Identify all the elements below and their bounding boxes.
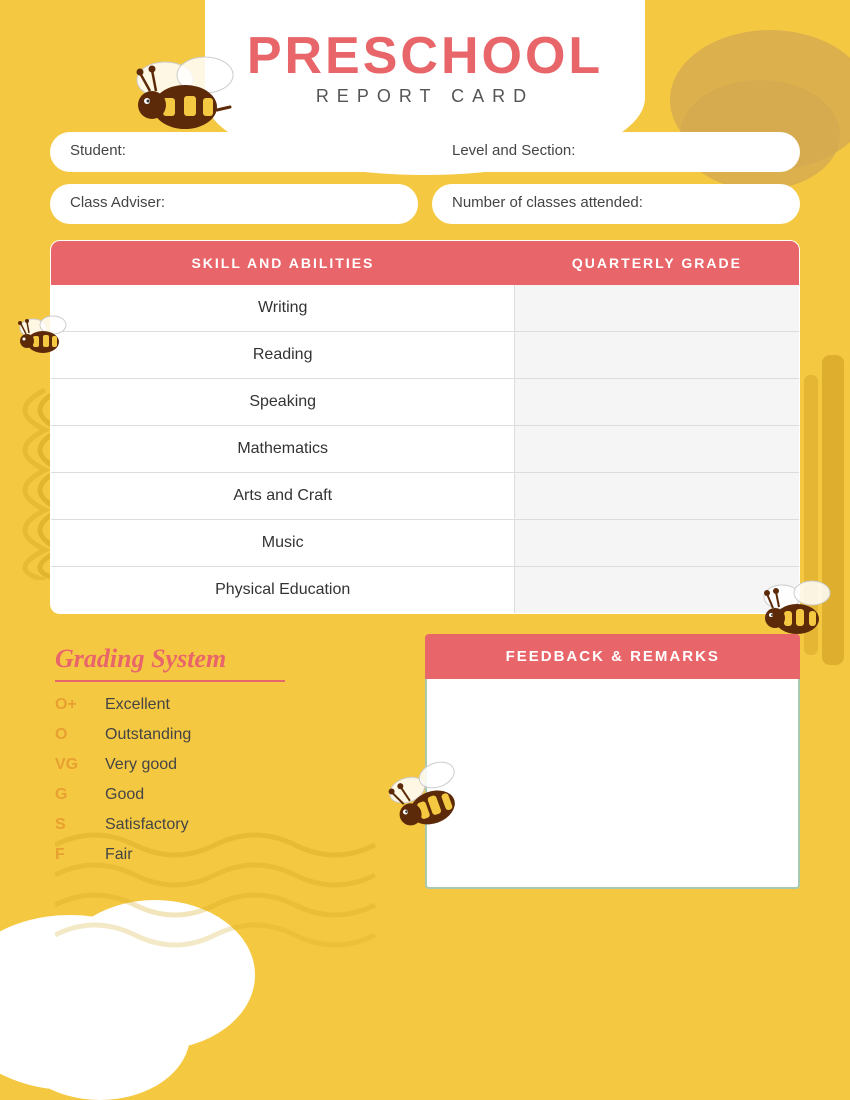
grade-label: Satisfactory bbox=[105, 816, 189, 834]
grade-label: Good bbox=[105, 786, 144, 804]
grade-code: G bbox=[55, 786, 85, 804]
report-card-subtitle: REPORT CARD bbox=[247, 86, 603, 107]
table-row: Music bbox=[51, 520, 800, 567]
grading-divider bbox=[55, 680, 285, 682]
adviser-field[interactable]: Class Adviser: bbox=[50, 184, 418, 224]
grading-title: Grading System bbox=[55, 644, 395, 674]
grade-cell[interactable] bbox=[515, 332, 800, 379]
report-card-title: PRESCHOOL bbox=[247, 30, 603, 82]
grade-cell[interactable] bbox=[515, 520, 800, 567]
col-skills: SKILL AND ABILITIES bbox=[51, 241, 515, 286]
feedback-header: FEEDBACK & REMARKS bbox=[425, 634, 800, 679]
col-grade: QUARTERLY GRADE bbox=[515, 241, 800, 286]
skill-cell: Speaking bbox=[51, 379, 515, 426]
grading-system: Grading System O+ Excellent O Outstandin… bbox=[50, 634, 405, 886]
grade-cell[interactable] bbox=[515, 473, 800, 520]
skill-cell: Physical Education bbox=[51, 567, 515, 614]
skill-cell: Mathematics bbox=[51, 426, 515, 473]
grade-label: Very good bbox=[105, 756, 177, 774]
feedback-section: FEEDBACK & REMARKS bbox=[425, 634, 800, 889]
grade-row-item: S Satisfactory bbox=[55, 816, 395, 834]
table-row: Arts and Craft bbox=[51, 473, 800, 520]
skill-cell: Arts and Craft bbox=[51, 473, 515, 520]
grade-code: S bbox=[55, 816, 85, 834]
grade-row-item: VG Very good bbox=[55, 756, 395, 774]
grade-row-item: O+ Excellent bbox=[55, 696, 395, 714]
grade-label: Outstanding bbox=[105, 726, 191, 744]
grade-cell[interactable] bbox=[515, 285, 800, 332]
feedback-body[interactable] bbox=[425, 679, 800, 889]
skill-cell: Reading bbox=[51, 332, 515, 379]
grade-table: SKILL AND ABILITIES QUARTERLY GRADE Writ… bbox=[50, 240, 800, 614]
grade-row-item: G Good bbox=[55, 786, 395, 804]
grade-row-item: F Fair bbox=[55, 846, 395, 864]
grade-code: VG bbox=[55, 756, 85, 774]
grade-row-item: O Outstanding bbox=[55, 726, 395, 744]
skill-cell: Music bbox=[51, 520, 515, 567]
title-block: PRESCHOOL REPORT CARD bbox=[247, 30, 603, 107]
grade-code: O+ bbox=[55, 696, 85, 714]
grade-label: Fair bbox=[105, 846, 133, 864]
table-row: Speaking bbox=[51, 379, 800, 426]
level-section-field[interactable]: Level and Section: bbox=[432, 132, 800, 172]
table-row: Physical Education bbox=[51, 567, 800, 614]
grade-code: O bbox=[55, 726, 85, 744]
table-row: Mathematics bbox=[51, 426, 800, 473]
grade-cell[interactable] bbox=[515, 379, 800, 426]
grade-code: F bbox=[55, 846, 85, 864]
grade-cell[interactable] bbox=[515, 567, 800, 614]
grade-label: Excellent bbox=[105, 696, 170, 714]
table-row: Reading bbox=[51, 332, 800, 379]
table-row: Writing bbox=[51, 285, 800, 332]
grade-cell[interactable] bbox=[515, 426, 800, 473]
grade-items-list: O+ Excellent O Outstanding VG Very good … bbox=[55, 696, 395, 864]
form-row-2: Class Adviser: Number of classes attende… bbox=[50, 184, 800, 224]
classes-attended-field[interactable]: Number of classes attended: bbox=[432, 184, 800, 224]
skill-cell: Writing bbox=[51, 285, 515, 332]
